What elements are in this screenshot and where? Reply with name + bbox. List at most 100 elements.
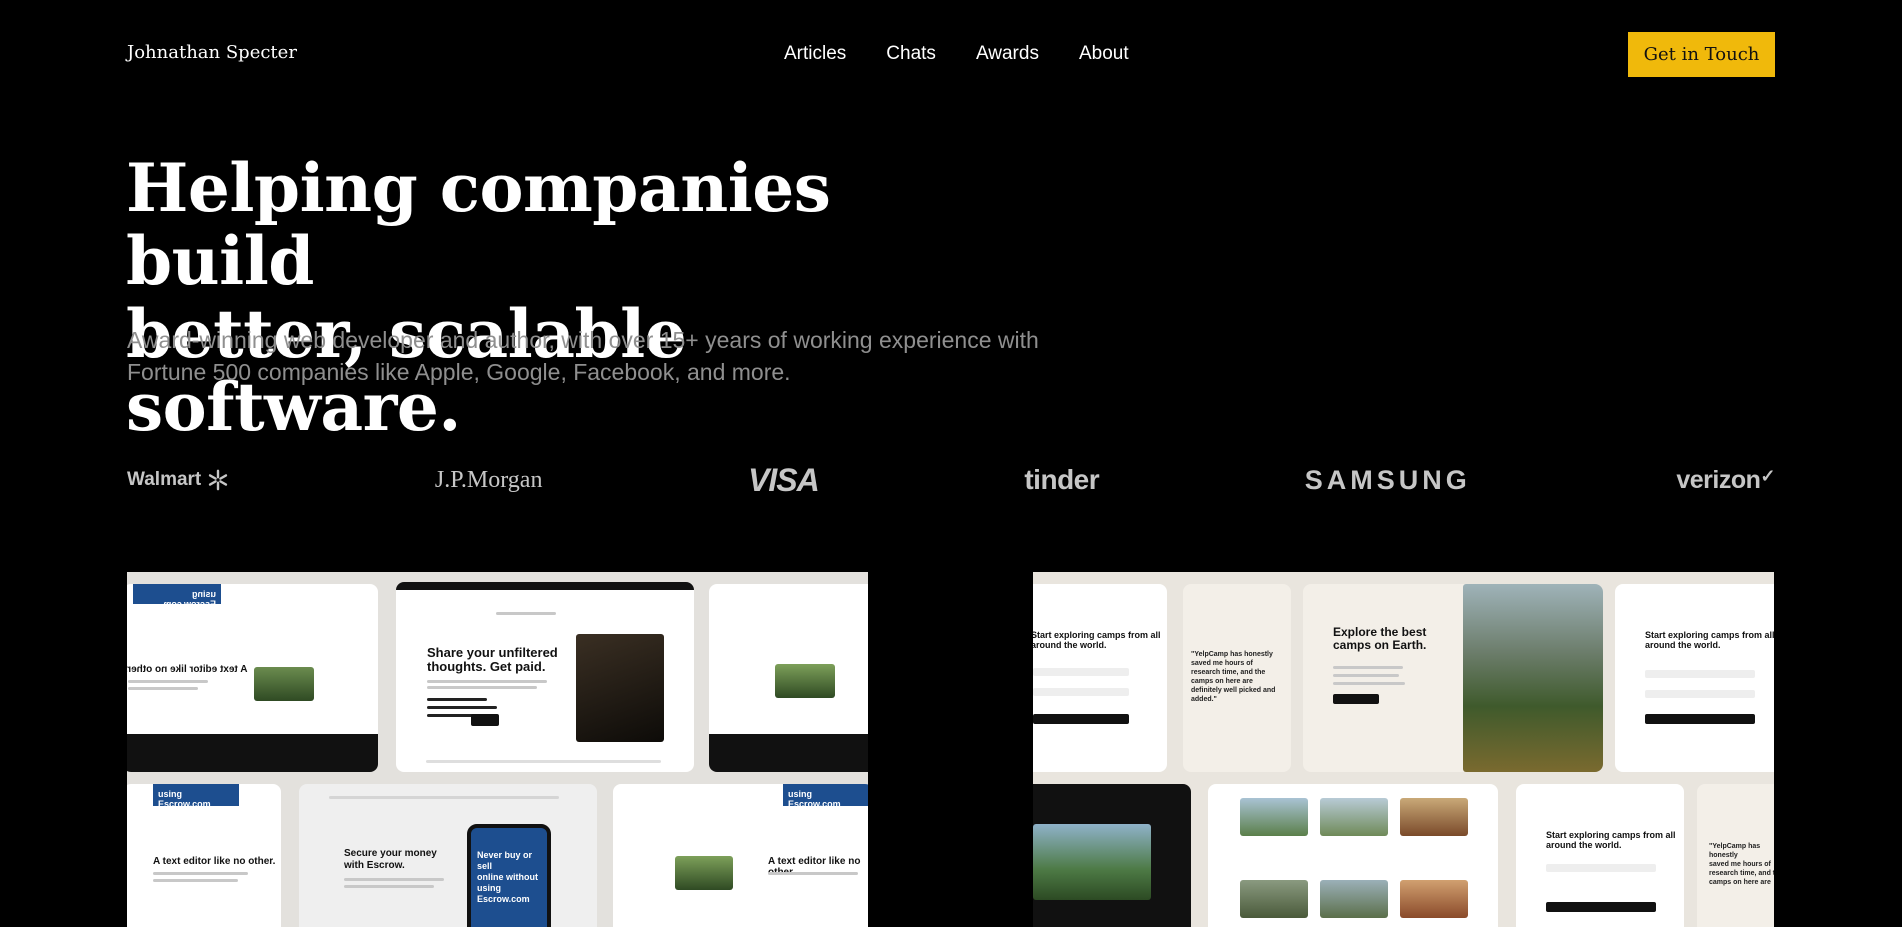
partner-logos-line	[329, 796, 559, 799]
nav-link-about[interactable]: About	[1079, 43, 1129, 65]
top-nav: Johnathan Specter Articles Chats Awards …	[0, 0, 1902, 110]
using-escrow-text: using Escrow.com	[163, 589, 216, 609]
hero-subtitle: Award-winning web developer and author, …	[127, 324, 1127, 388]
mockup-card-editor-right	[709, 584, 868, 772]
input-line	[1033, 688, 1129, 696]
mockup-card-campground-detail	[1033, 784, 1191, 927]
explore-title-line-1: Explore the best	[1333, 625, 1427, 639]
view-campgrounds-mini-button	[1333, 694, 1379, 704]
nav-link-awards[interactable]: Awards	[976, 43, 1039, 65]
jpmorgan-logo: J.P.Morgan	[434, 466, 543, 493]
editor-title: A text editor like no other.	[153, 856, 275, 867]
hero-subtitle-line-1: Award-winning web developer and author, …	[127, 327, 1039, 353]
walmart-wordmark: Walmart	[127, 469, 202, 490]
phone-text-line-2: online without	[477, 872, 538, 882]
mockup-card-signup-right: Start exploring camps from all around the…	[1615, 584, 1774, 772]
quote-line-2: saved me hours of	[1191, 660, 1253, 667]
text-line	[427, 680, 547, 683]
create-account-mini-button	[1033, 714, 1129, 724]
share-title-line-1: Share your unfiltered	[427, 645, 558, 660]
phone-mockup: Never buy or sell online without using Esc…	[467, 824, 551, 927]
start-title: Start exploring camps from all around the…	[1645, 630, 1774, 650]
quote-line-4: camps on here are	[1191, 678, 1253, 685]
campground-thumb	[1400, 880, 1468, 918]
text-line	[128, 687, 198, 690]
start-title-line-2: around the world.	[1033, 640, 1107, 650]
editor-preview-image	[775, 664, 835, 698]
using-escrow-text: using Escrow.com	[788, 789, 841, 809]
start-title-line-1: Start exploring camps from all	[1033, 630, 1161, 640]
editor-title-mirrored: A text editor like no other.	[127, 664, 247, 675]
escrow-title: Secure your money with Escrow.	[344, 848, 437, 872]
mockup-card-editor-bottom-right: using Escrow.com A text editor like no o…	[613, 784, 868, 927]
mockup-card-editor-mirrored: using Escrow.com A text editor like no o…	[127, 584, 378, 772]
text-line	[427, 686, 537, 689]
tinder-logo: tinder	[1024, 464, 1100, 495]
feature-line	[1333, 674, 1399, 677]
mockup-card-signup-bottom: Start exploring camps from all around the…	[1516, 784, 1684, 927]
portfolio-showcase-left[interactable]: using Escrow.com A text editor like no o…	[127, 572, 868, 927]
quote-line-5: definitely well picked and	[1191, 687, 1276, 694]
mockup-card-escrow: Secure your money with Escrow. Never buy …	[299, 784, 597, 927]
text-line	[153, 879, 238, 882]
start-title-line-2: around the world.	[1645, 640, 1721, 650]
campground-thumb	[1320, 880, 1388, 918]
check-item-line	[427, 706, 497, 709]
walmart-logo: Walmart	[127, 469, 229, 491]
text-line	[128, 680, 208, 683]
nav-link-chats[interactable]: Chats	[886, 43, 936, 65]
quote-line-1: "YelpCamp has honestly	[1191, 651, 1273, 658]
client-logos: Walmart J.P.Morgan VISA tinder SAMSUNG v…	[127, 458, 1775, 502]
text-line	[344, 885, 434, 888]
check-item-line	[427, 698, 487, 701]
footer-bar	[709, 734, 868, 772]
quote-line-2: saved me hours of	[1709, 861, 1771, 868]
quote-line-1: "YelpCamp has honestly	[1709, 843, 1761, 859]
campground-thumb	[1240, 798, 1308, 836]
escrow-title-line-1: Secure your money	[344, 848, 437, 859]
editor-title-text: A text editor like no other.	[153, 856, 276, 867]
using-escrow-banner: using Escrow.com	[783, 784, 868, 809]
get-in-touch-button[interactable]: Get in Touch	[1628, 32, 1775, 77]
text-line	[153, 872, 248, 875]
start-title-line-1: Start exploring camps from all	[1645, 630, 1774, 640]
editor-preview-image	[254, 667, 314, 701]
mockup-card-campground-grid	[1208, 784, 1498, 927]
using-escrow-banner: using Escrow.com	[153, 784, 239, 809]
writer-photo	[576, 634, 664, 742]
testimonial-quote: "YelpCamp has honestly saved me hours of r…	[1709, 842, 1774, 887]
using-escrow-text: using Escrow.com	[158, 789, 211, 809]
announcement-bar	[396, 582, 694, 590]
share-title: Share your unfiltered thoughts. Get paid.	[427, 646, 558, 674]
create-account-mini-button	[1546, 902, 1656, 912]
mockup-card-quote: "YelpCamp has honestly saved me hours of r…	[1183, 584, 1291, 772]
verizon-wordmark: verizon	[1676, 465, 1761, 494]
input-line	[1645, 690, 1755, 698]
explore-title-line-2: camps on Earth.	[1333, 638, 1427, 652]
mockup-card-share-thoughts: Share your unfiltered thoughts. Get paid.	[396, 582, 694, 772]
start-title: Start exploring camps from all around the…	[1546, 830, 1676, 850]
partner-logos-line	[426, 760, 661, 763]
editor-preview-image	[675, 856, 733, 890]
walmart-spark-icon	[209, 469, 228, 491]
nav-link-articles[interactable]: Articles	[784, 43, 846, 65]
feature-line	[1333, 666, 1403, 669]
escrow-title-line-2: with Escrow.	[344, 860, 405, 871]
input-line	[1033, 668, 1129, 676]
feature-line	[1333, 682, 1405, 685]
quote-line-6: added."	[1191, 696, 1217, 703]
create-account-mini-button	[1645, 714, 1755, 724]
input-line	[1645, 670, 1755, 678]
camp-hero-photo	[1463, 584, 1603, 772]
footer-bar	[127, 734, 378, 772]
portfolio-showcase-right[interactable]: Start exploring camps from all around the…	[1033, 572, 1774, 927]
hero-title: Helping companies build better, scalable…	[126, 152, 1026, 444]
campground-detail-photo	[1033, 824, 1151, 900]
brand-logo[interactable]: Johnathan Specter	[127, 42, 297, 63]
campground-thumb	[1400, 798, 1468, 836]
quote-line-3: research time, and the	[1191, 669, 1266, 676]
samsung-logo: SAMSUNG	[1304, 464, 1471, 495]
hero-subtitle-line-2: Fortune 500 companies like Apple, Google…	[127, 359, 791, 385]
quote-line-3: research time, and the	[1709, 870, 1774, 877]
input-line	[1546, 864, 1656, 872]
